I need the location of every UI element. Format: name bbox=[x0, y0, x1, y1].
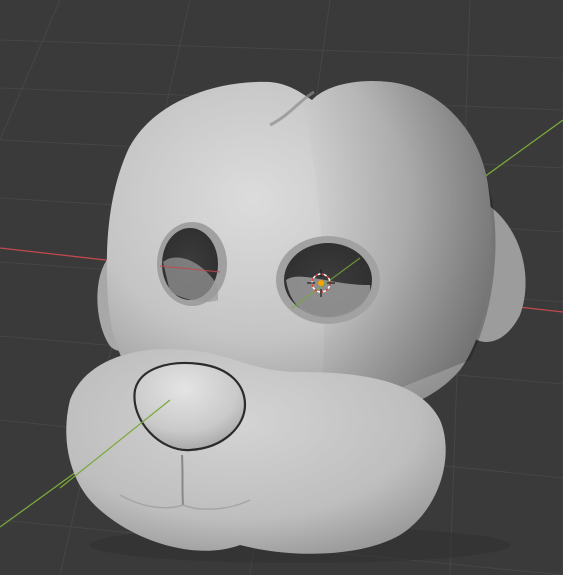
dog-head-mesh[interactable] bbox=[66, 80, 526, 563]
viewport-canvas[interactable] bbox=[0, 0, 563, 575]
object-origin-dot bbox=[318, 280, 324, 286]
3d-viewport[interactable] bbox=[0, 0, 563, 575]
